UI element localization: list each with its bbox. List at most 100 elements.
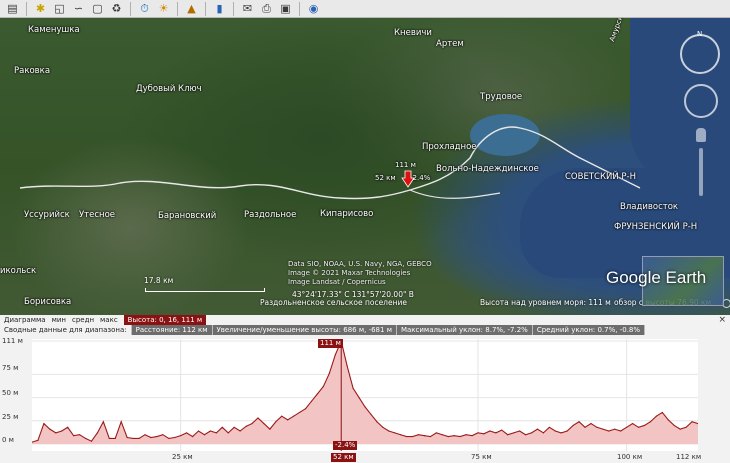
summary-avg-slope: Средний уклон: 0.7%, -0.8% xyxy=(532,325,646,335)
elevation-point xyxy=(73,435,75,437)
elevation-point xyxy=(560,432,562,434)
elevation-point xyxy=(554,430,556,432)
elevation-point xyxy=(406,435,408,438)
elevation-point xyxy=(49,428,51,430)
toolbar-separator xyxy=(205,1,206,16)
tour-icon[interactable]: ♻ xyxy=(108,1,125,16)
elevation-point xyxy=(197,430,200,432)
max-toggle[interactable]: макс xyxy=(100,316,118,324)
elevation-chart[interactable] xyxy=(32,339,698,451)
ruler-icon[interactable]: ▮ xyxy=(211,1,228,16)
elevation-profile-panel: Диаграмма мин средн макс Высота: 0, 16, … xyxy=(0,315,730,463)
overlay-icon[interactable]: ▢ xyxy=(89,1,106,16)
status-elevation: Высота над уровнем моря: 111 м xyxy=(480,298,611,307)
map-view[interactable]: Каменушка Раковка Дубовый Ключ Кневичи А… xyxy=(0,18,730,315)
elevation-point xyxy=(465,434,467,436)
x-tick-label: 25 км xyxy=(172,453,193,461)
planets-icon[interactable]: ▲ xyxy=(183,1,200,16)
save-image-icon[interactable]: ▣ xyxy=(277,1,294,16)
summary-distance: Расстояние: 112 км xyxy=(131,325,213,335)
place-label: Прохладное xyxy=(422,142,477,152)
elevation-point xyxy=(227,432,229,434)
x-tick-label: 100 км xyxy=(617,453,643,461)
elevation-point xyxy=(55,432,57,434)
elevation-point xyxy=(643,424,646,427)
elevation-point xyxy=(209,430,211,432)
elevation-point xyxy=(251,422,253,425)
place-label: Фрунзенский р-н xyxy=(614,222,698,232)
elevation-point xyxy=(275,421,277,423)
path-icon[interactable]: ∽ xyxy=(70,1,87,16)
elevation-point xyxy=(471,435,473,437)
elevation-point xyxy=(37,439,39,441)
email-icon[interactable]: ✉ xyxy=(239,1,256,16)
elevation-point xyxy=(328,372,330,375)
elevation-point xyxy=(649,421,652,423)
elevation-point xyxy=(507,434,509,436)
maps-icon[interactable]: ◉ xyxy=(305,1,322,16)
place-label: Советский р-н xyxy=(565,172,636,182)
place-label: Утесное xyxy=(79,210,116,220)
attribution-line: Image © 2021 Maxar Technologies xyxy=(288,269,411,277)
look-joystick-icon[interactable] xyxy=(684,84,718,118)
elevation-point xyxy=(447,435,449,438)
profile-header: Диаграмма мин средн макс Высота: 0, 16, … xyxy=(0,315,730,325)
compass-ring-icon[interactable] xyxy=(680,34,720,74)
elevation-point xyxy=(453,435,455,437)
elevation-point xyxy=(257,417,259,419)
zoom-slider[interactable] xyxy=(699,148,703,196)
elevation-point xyxy=(655,415,657,417)
placemark-icon[interactable]: ✱ xyxy=(32,1,49,16)
imagery-attribution: Data SIO, NOAA, U.S. Navy, NGA, GEBCO Im… xyxy=(288,260,432,287)
elevation-point xyxy=(459,435,461,438)
place-label: Борисовка xyxy=(24,297,72,307)
print-icon[interactable]: ⎙ xyxy=(258,1,275,16)
toolbar-separator xyxy=(299,1,300,16)
elevation-point xyxy=(84,437,87,440)
google-earth-logo: Google Earth xyxy=(606,268,707,287)
place-label: Артем xyxy=(436,39,464,49)
elevation-point xyxy=(132,437,134,440)
close-icon[interactable]: × xyxy=(718,315,726,325)
polygon-icon[interactable]: ◱ xyxy=(51,1,68,16)
elevation-point xyxy=(168,437,170,440)
marker-distance: 52 км xyxy=(375,174,396,182)
place-label: Вольно-Надеждинское xyxy=(436,164,539,174)
elevation-point xyxy=(370,413,372,415)
elevation-point xyxy=(477,432,479,434)
elevation-point xyxy=(423,435,426,437)
elevation-point xyxy=(364,406,366,408)
elevation-series-label[interactable]: Высота: 0, 16, 111 м xyxy=(123,315,207,325)
location-pin-icon xyxy=(401,170,415,188)
elevation-point xyxy=(685,426,687,428)
elevation-point xyxy=(501,429,503,431)
elevation-point xyxy=(483,433,485,435)
min-toggle[interactable]: мин xyxy=(52,316,66,324)
elevation-point xyxy=(310,400,313,402)
place-label: икольск xyxy=(0,266,37,276)
elevation-point xyxy=(530,432,533,434)
x-tick-label: 75 км xyxy=(471,453,492,461)
elevation-point xyxy=(245,425,247,427)
elevation-point xyxy=(298,411,301,414)
historical-imagery-icon[interactable]: ⏱ xyxy=(136,1,153,16)
elevation-point xyxy=(316,393,319,395)
avg-toggle[interactable]: средн xyxy=(72,316,94,324)
place-label: Владивосток xyxy=(620,202,679,212)
elevation-point xyxy=(126,436,128,439)
sidebar-toggle-icon[interactable]: ▤ xyxy=(4,1,21,16)
elevation-point xyxy=(667,419,669,421)
elevation-point xyxy=(394,432,396,434)
elevation-point xyxy=(376,421,378,423)
elevation-point xyxy=(637,426,640,428)
sun-icon[interactable]: ☀ xyxy=(155,1,172,16)
toolbar-separator xyxy=(177,1,178,16)
elevation-point xyxy=(400,434,402,436)
street-view-person-icon[interactable] xyxy=(696,128,706,142)
elevation-point xyxy=(43,422,45,425)
elevation-point xyxy=(281,415,283,417)
elevation-point xyxy=(495,432,497,434)
summary-gain: Увеличение/уменьшение высоты: 686 м, -68… xyxy=(212,325,397,335)
place-label: Дубовый Ключ xyxy=(136,84,202,94)
elevation-point xyxy=(441,434,443,436)
